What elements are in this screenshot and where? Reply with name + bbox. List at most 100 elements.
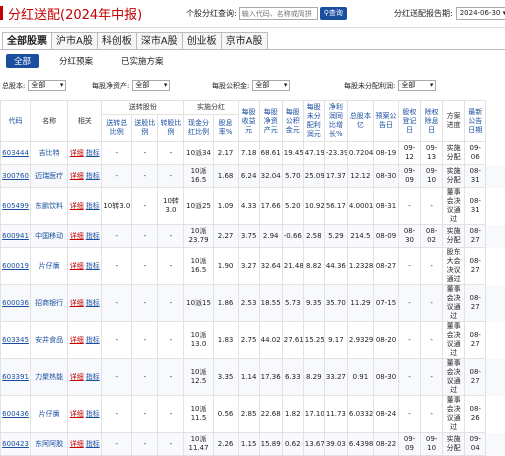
td-name[interactable]: 安井食品 <box>31 322 68 359</box>
tab-sh-a[interactable]: 沪市A股 <box>51 32 97 50</box>
detail-link[interactable]: 详细 <box>70 336 84 344</box>
td-code[interactable]: 600423 <box>1 433 31 456</box>
td-yield: 1.83 <box>213 322 238 359</box>
report-period-select[interactable]: 2024-06-30 ▾ <box>456 7 505 20</box>
search-input[interactable] <box>239 7 318 20</box>
td-reserve: 1.82 <box>282 396 303 433</box>
td-cash-ratio: 10派25 <box>184 188 213 225</box>
td-name[interactable]: 东阿阿胶 <box>31 433 68 456</box>
detail-link[interactable]: 详细 <box>70 373 84 381</box>
td-name[interactable]: 力聚热能 <box>31 359 68 396</box>
td-record-date: - <box>399 188 421 225</box>
row-spacer <box>486 396 505 433</box>
td-code[interactable]: 603345 <box>1 322 31 359</box>
search-label: 个股分红查询: <box>186 8 237 19</box>
td-total-ratio: - <box>102 359 132 396</box>
col-plan-date[interactable]: 预案公告日 <box>373 101 398 142</box>
guide-link[interactable]: 指标 <box>86 262 100 270</box>
td-name[interactable]: 迈瑞医疗 <box>31 165 68 188</box>
row-spacer <box>486 248 505 285</box>
filter-total-shares: 总股本: 全部 <box>2 80 66 91</box>
col-transfer-ratio[interactable]: 转股比例 <box>158 115 184 142</box>
td-bonus-ratio: - <box>132 142 158 165</box>
col-latest-date[interactable]: 最新公告日期 <box>465 101 486 142</box>
td-code[interactable]: 600941 <box>1 225 31 248</box>
col-cash-ratio[interactable]: 现金分红比例 <box>184 115 213 142</box>
guide-link[interactable]: 指标 <box>86 299 100 307</box>
td-ex-date: 09-10 <box>421 165 443 188</box>
filter-bvps-select[interactable]: 全部 <box>132 80 170 91</box>
td-reserve: 5.70 <box>282 165 303 188</box>
td-transfer-ratio: - <box>158 322 184 359</box>
td-transfer-ratio: - <box>158 433 184 456</box>
table-row: 600036招商银行详细指标---10派151.862.5318.555.739… <box>1 285 505 322</box>
detail-link[interactable]: 详细 <box>70 172 84 180</box>
subtab-proposal[interactable]: 分红预案 <box>51 54 101 68</box>
td-code[interactable]: 300760 <box>1 165 31 188</box>
tab-star[interactable]: 科创板 <box>97 32 136 50</box>
filter-undistributed-select[interactable]: 全部 <box>398 80 436 91</box>
col-bvps[interactable]: 每股净资产元 <box>259 101 282 142</box>
detail-link[interactable]: 详细 <box>70 202 84 210</box>
detail-link[interactable]: 详细 <box>70 299 84 307</box>
col-total-shares[interactable]: 总股本亿 <box>347 101 373 142</box>
td-name[interactable]: 片仔癀 <box>31 396 68 433</box>
td-code[interactable]: 600019 <box>1 248 31 285</box>
td-code[interactable]: 603391 <box>1 359 31 396</box>
td-code[interactable]: 600036 <box>1 285 31 322</box>
col-ex-date[interactable]: 除权除息日 <box>421 101 443 142</box>
td-code[interactable]: 605499 <box>1 188 31 225</box>
td-ex-date: - <box>421 322 443 359</box>
td-code[interactable]: 600436 <box>1 396 31 433</box>
detail-link[interactable]: 详细 <box>70 232 84 240</box>
stock-search: 个股分红查询: ⚲查询 <box>186 7 347 20</box>
td-name[interactable]: 招商银行 <box>31 285 68 322</box>
search-button[interactable]: ⚲查询 <box>320 7 347 20</box>
detail-link[interactable]: 详细 <box>70 262 84 270</box>
detail-link[interactable]: 详细 <box>70 440 84 448</box>
tab-sz-a[interactable]: 深市A股 <box>136 32 182 50</box>
guide-link[interactable]: 指标 <box>86 440 100 448</box>
td-plan-date: 08-19 <box>373 142 398 165</box>
guide-link[interactable]: 指标 <box>86 232 100 240</box>
col-reserve[interactable]: 每股公积金元 <box>282 101 303 142</box>
td-name[interactable]: 中国移动 <box>31 225 68 248</box>
detail-link[interactable]: 详细 <box>70 410 84 418</box>
td-latest-date: 09-04 <box>465 433 486 456</box>
guide-link[interactable]: 指标 <box>86 202 100 210</box>
filter-reserve-select[interactable]: 全部 <box>252 80 290 91</box>
guide-link[interactable]: 指标 <box>86 172 100 180</box>
guide-link[interactable]: 指标 <box>86 410 100 418</box>
subtab-all[interactable]: 全部 <box>6 54 39 68</box>
tab-bj-a[interactable]: 京市A股 <box>221 32 268 50</box>
td-name[interactable]: 片仔癀 <box>31 248 68 285</box>
col-growth[interactable]: 净利润同比增长% <box>324 101 347 142</box>
col-bonus-ratio[interactable]: 送股比例 <box>132 115 158 142</box>
td-plan-date: 08-24 <box>373 396 398 433</box>
tab-all-stocks[interactable]: 全部股票 <box>2 32 51 50</box>
td-name[interactable]: 东鹏饮料 <box>31 188 68 225</box>
td-code[interactable]: 603444 <box>1 142 31 165</box>
td-name[interactable]: 吉比特 <box>31 142 68 165</box>
filter-total-shares-select[interactable]: 全部 <box>28 80 66 91</box>
col-yield[interactable]: 股息率% <box>213 115 238 142</box>
col-code[interactable]: 代码 <box>1 101 31 142</box>
col-undistributed[interactable]: 每股未分配利润元 <box>303 101 324 142</box>
tab-gem[interactable]: 创业板 <box>182 32 221 50</box>
td-bvps: 44.02 <box>259 322 282 359</box>
guide-link[interactable]: 指标 <box>86 336 100 344</box>
col-record-date[interactable]: 股权登记日 <box>399 101 421 142</box>
col-eps[interactable]: 每股收益元 <box>238 101 259 142</box>
td-reserve: 5.73 <box>282 285 303 322</box>
td-yield: 2.17 <box>213 142 238 165</box>
col-total-ratio[interactable]: 送转总比例 <box>102 115 132 142</box>
detail-link[interactable]: 详细 <box>70 149 84 157</box>
td-total-shares: 4.0001 <box>347 188 373 225</box>
row-spacer <box>486 433 505 456</box>
filter-bvps: 每股净资产: 全部 <box>92 80 170 91</box>
td-transfer-ratio: - <box>158 225 184 248</box>
td-eps: 1.15 <box>238 433 259 456</box>
guide-link[interactable]: 指标 <box>86 149 100 157</box>
subtab-implemented[interactable]: 已实施方案 <box>113 54 172 68</box>
guide-link[interactable]: 指标 <box>86 373 100 381</box>
